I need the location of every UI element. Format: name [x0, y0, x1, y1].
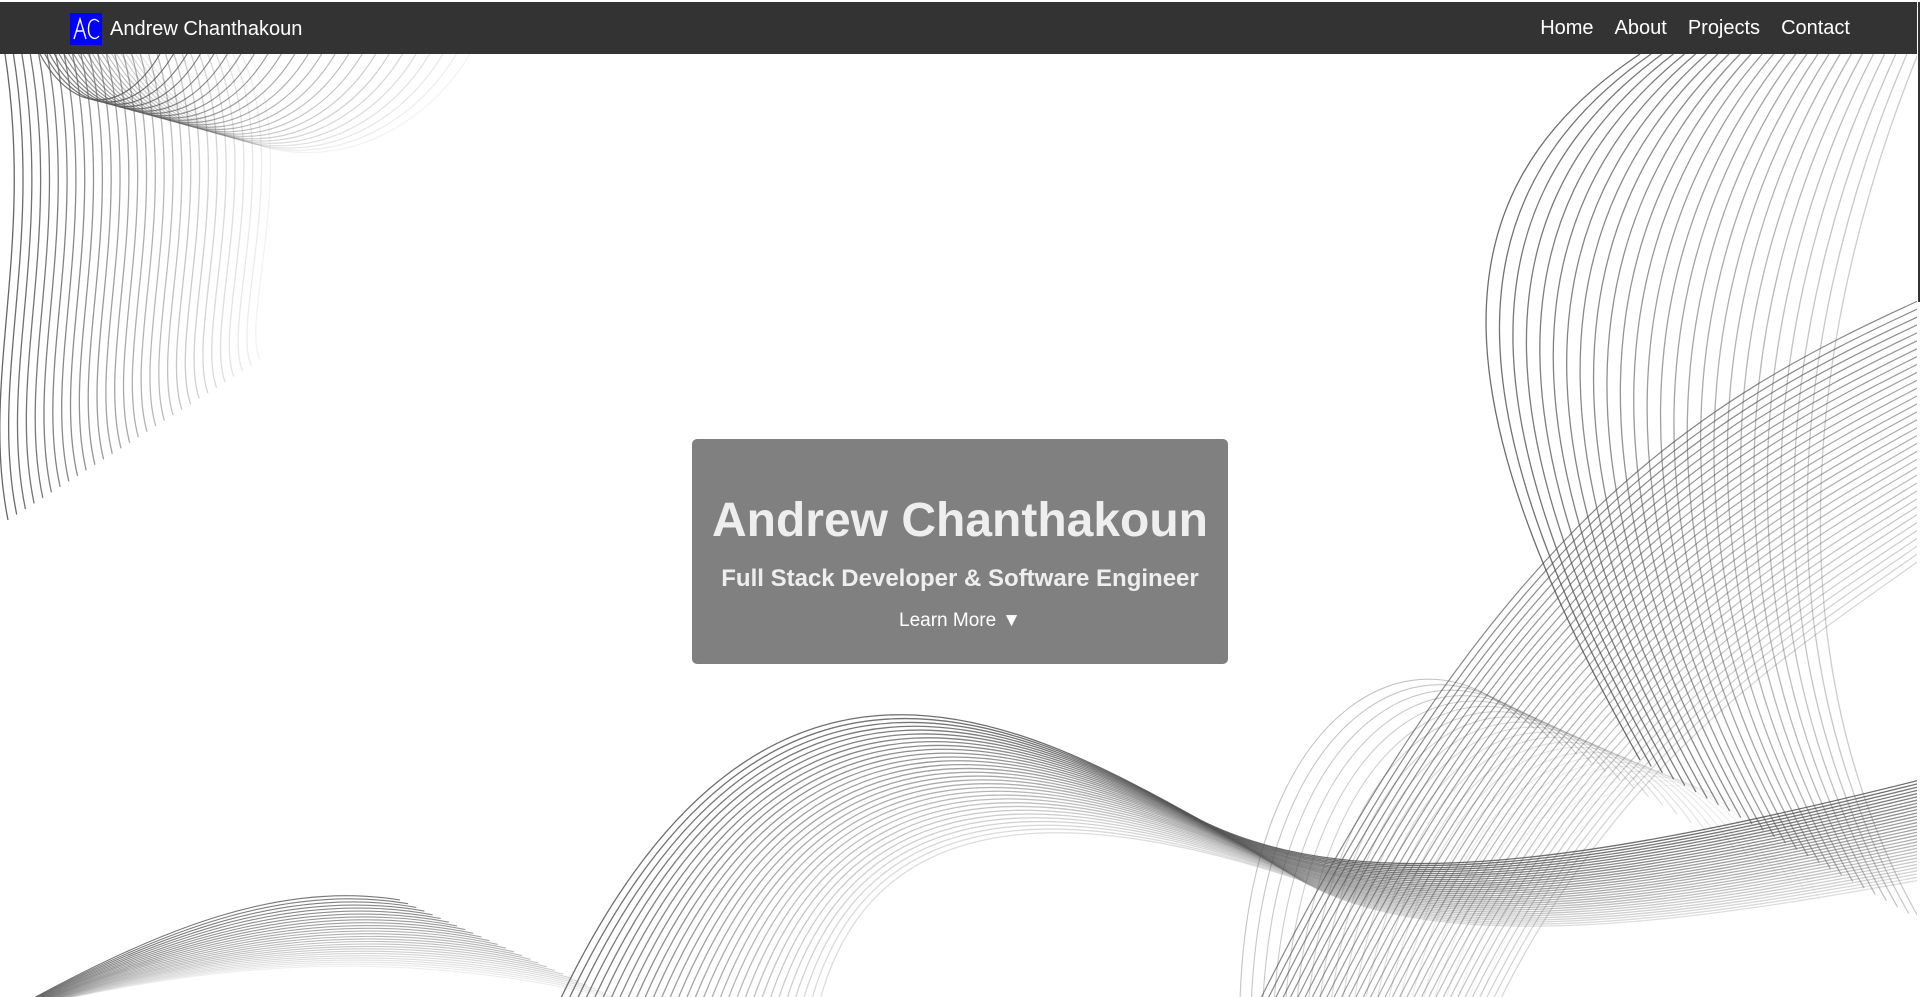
- nav-link-home[interactable]: Home: [1540, 17, 1593, 40]
- wave-line: [1740, 53, 1854, 882]
- wave-line: [1779, 53, 1887, 902]
- hero-card: Andrew Chanthakoun Full Stack Developer …: [692, 439, 1228, 664]
- wave-line: [16, 53, 33, 510]
- wave-line: [224, 53, 245, 377]
- nav-link-projects[interactable]: Projects: [1688, 17, 1760, 40]
- triangle-down-icon: ▼: [1002, 610, 1021, 631]
- wave-line: [8, 53, 24, 515]
- ac-logo-glyph: [73, 16, 100, 40]
- nav-link-about[interactable]: About: [1615, 17, 1667, 40]
- wave-line: [1319, 362, 1920, 997]
- wave-line: [241, 53, 263, 366]
- wave-line: [786, 817, 1920, 997]
- wave-line: [198, 53, 218, 394]
- wave-line: [215, 53, 236, 383]
- wave-line: [1619, 53, 1753, 825]
- nav-links: Home About Projects Contact: [1540, 2, 1850, 54]
- wave-line: [25, 53, 42, 504]
- wave-group-top-left-arcs: [39, 53, 471, 154]
- wave-line: [52, 53, 68, 488]
- brand-link[interactable]: Andrew Chanthakoun: [70, 13, 302, 45]
- hero-subtitle: Full Stack Developer & Software Engineer: [721, 565, 1199, 592]
- page: Andrew Chanthakoun Home About Projects C…: [0, 0, 1920, 997]
- wave-line: [1479, 535, 1920, 997]
- ac-logo-icon: [70, 13, 102, 45]
- wave-line: [232, 53, 254, 372]
- hero-title: Andrew Chanthakoun: [711, 494, 1208, 547]
- viewport: Andrew Chanthakoun Home About Projects C…: [0, 0, 1920, 997]
- wave-line: [1700, 53, 1820, 863]
- wave-line: [130, 53, 417, 144]
- wave-line: [1713, 53, 1831, 870]
- wave-line: [61, 53, 77, 482]
- brand-name: Andrew Chanthakoun: [110, 17, 303, 40]
- wave-line: [0, 53, 15, 521]
- learn-more-button[interactable]: Learn More ▼: [899, 610, 1021, 632]
- wave-line: [1486, 543, 1920, 997]
- wave-group-top-left: [0, 53, 272, 521]
- learn-more-label: Learn More: [899, 610, 997, 631]
- wave-group-bottom-left: [34, 895, 613, 997]
- navbar: Andrew Chanthakoun Home About Projects C…: [0, 2, 1918, 54]
- nav-link-contact[interactable]: Contact: [1781, 17, 1850, 40]
- wave-line: [34, 53, 51, 499]
- wave-line: [43, 53, 59, 493]
- wave-line: [207, 53, 227, 388]
- wave-line: [190, 53, 210, 399]
